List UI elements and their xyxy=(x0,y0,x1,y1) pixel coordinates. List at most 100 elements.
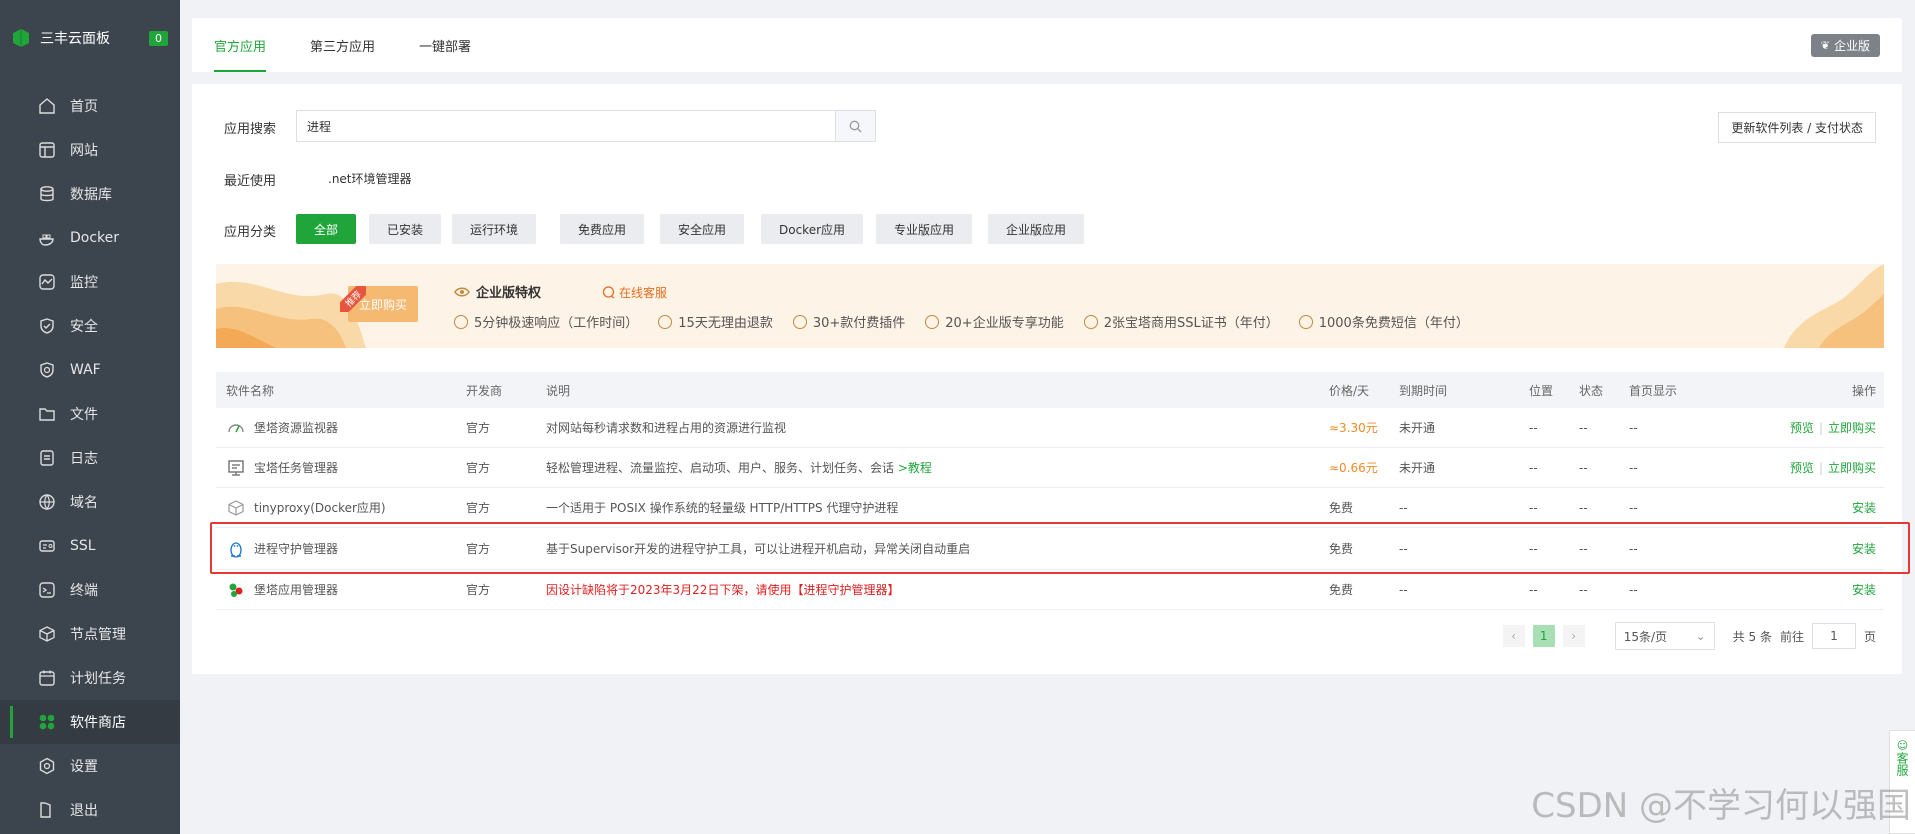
recommend-ribbon: 推荐 xyxy=(340,286,366,312)
refund-icon xyxy=(658,314,673,329)
buy-now-link[interactable]: 立即购买 xyxy=(1828,421,1876,435)
feature-label: 2张宝塔商用SSL证书（年付） xyxy=(1103,316,1279,331)
preview-button[interactable]: 预览 xyxy=(1790,461,1814,475)
app-name-cell: tinyproxy(Docker应用) xyxy=(216,498,466,518)
monitor-icon xyxy=(36,271,58,293)
app-home-display: -- xyxy=(1629,541,1638,556)
app-location: -- xyxy=(1529,460,1538,475)
page-number[interactable]: 1 xyxy=(1532,625,1555,647)
sidebar-item-logout[interactable]: 退出 xyxy=(0,788,180,832)
banner-decoration-right xyxy=(1784,264,1884,348)
app-location: -- xyxy=(1529,500,1538,515)
tab-one-click-deploy[interactable]: 一键部署 xyxy=(397,18,493,72)
app-name-cell: 宝塔任务管理器 xyxy=(216,458,466,478)
category-docker[interactable]: Docker应用 xyxy=(761,214,864,244)
table-row: 堡塔应用管理器 官方 因设计缺陷将于2023年3月22日下架，请使用【进程守护管… xyxy=(216,570,1884,610)
plugin-icon xyxy=(792,314,807,329)
service-icon: ☺ xyxy=(1896,739,1909,752)
sidebar-item-settings[interactable]: 设置 xyxy=(0,744,180,788)
app-location: -- xyxy=(1529,582,1538,597)
tab-official-apps[interactable]: 官方应用 xyxy=(192,18,288,72)
sidebar-item-security[interactable]: 安全 xyxy=(0,304,180,348)
page-suffix: 页 xyxy=(1863,629,1876,644)
next-page-button[interactable]: › xyxy=(1562,625,1585,647)
enterprise-edition-button[interactable]: ❦ 企业版 xyxy=(1810,34,1880,57)
app-actions: 安装 xyxy=(1689,540,1884,557)
tutorial-link[interactable]: >教程 xyxy=(898,461,932,475)
search-input[interactable] xyxy=(297,111,835,141)
search-button[interactable] xyxy=(835,111,875,141)
buy-now-link[interactable]: 立即购买 xyxy=(1828,461,1876,475)
task-manager-icon xyxy=(226,458,246,478)
category-enterprise[interactable]: 企业版应用 xyxy=(988,214,1085,244)
app-home-display: -- xyxy=(1629,460,1638,475)
sidebar-nav: 首页 网站 数据库 Docker 监控 安全 WAF 文件 日志 域名 SSL … xyxy=(0,76,180,832)
install-button[interactable]: 安装 xyxy=(1852,501,1876,515)
sidebar-item-domain[interactable]: 域名 xyxy=(0,480,180,524)
sidebar-item-store[interactable]: 软件商店 xyxy=(0,700,180,744)
category-security[interactable]: 安全应用 xyxy=(660,214,745,244)
online-support-link[interactable]: 在线客服 xyxy=(602,284,667,301)
app-name-cell: 堡塔应用管理器 xyxy=(216,580,466,600)
app-name: 进程守护管理器 xyxy=(254,542,339,556)
search-box xyxy=(296,110,876,142)
app-name-cell: 堡塔资源监视器 xyxy=(216,418,466,438)
page-size-value: 15条/页 xyxy=(1623,629,1668,644)
app-developer: 官方 xyxy=(466,421,491,435)
category-free[interactable]: 免费应用 xyxy=(560,214,645,244)
app-location: -- xyxy=(1529,420,1538,435)
sidebar-item-docker[interactable]: Docker xyxy=(0,216,180,260)
sidebar-item-waf[interactable]: WAF xyxy=(0,348,180,392)
app-actions: 安装 xyxy=(1689,499,1884,516)
app-expire: 未开通 xyxy=(1399,461,1436,475)
sidebar-item-cron[interactable]: 计划任务 xyxy=(0,656,180,700)
sidebar-item-nodes[interactable]: 节点管理 xyxy=(0,612,180,656)
category-runtime[interactable]: 运行环境 xyxy=(452,214,537,244)
app-name: tinyproxy(Docker应用) xyxy=(254,501,386,515)
category-all[interactable]: 全部 xyxy=(296,214,357,244)
goto-page-input[interactable]: 1 xyxy=(1811,623,1856,649)
app-developer: 官方 xyxy=(466,583,491,597)
app-developer: 官方 xyxy=(466,461,491,475)
sidebar-item-monitor[interactable]: 监控 xyxy=(0,260,180,304)
table-row: 进程守护管理器 官方 基于Supervisor开发的进程守护工具，可以让进程开机… xyxy=(216,528,1884,570)
app-actions: 预览 | 立即购买 xyxy=(1689,419,1884,436)
install-button[interactable]: 安装 xyxy=(1852,583,1876,597)
preview-button[interactable]: 预览 xyxy=(1790,421,1814,435)
feature-item: 15天无理由退款 xyxy=(658,312,773,331)
sidebar-item-label: 计划任务 xyxy=(70,671,126,687)
sidebar-item-logs[interactable]: 日志 xyxy=(0,436,180,480)
prev-page-button[interactable]: ‹ xyxy=(1502,625,1525,647)
category-pro[interactable]: 专业版应用 xyxy=(876,214,973,244)
update-software-list-button[interactable]: 更新软件列表 / 支付状态 xyxy=(1718,112,1876,143)
sidebar-item-files[interactable]: 文件 xyxy=(0,392,180,436)
table-row: 宝塔任务管理器 官方 轻松管理进程、流量监控、启动项、用户、服务、计划任务、会话… xyxy=(216,448,1884,488)
feature-label: 20+企业版专享功能 xyxy=(945,316,1064,331)
recent-app-link[interactable]: .net环境管理器 xyxy=(328,170,412,187)
search-label: 应用搜索 xyxy=(224,122,277,137)
sidebar-item-ssl[interactable]: SSL xyxy=(0,524,180,568)
sidebar-item-home[interactable]: 首页 xyxy=(0,84,180,128)
tab-third-party-apps[interactable]: 第三方应用 xyxy=(288,18,397,72)
feature-label: 15天无理由退款 xyxy=(678,316,773,331)
app-expire: -- xyxy=(1399,541,1408,556)
sidebar-item-database[interactable]: 数据库 xyxy=(0,172,180,216)
store-icon xyxy=(36,711,58,733)
software-table: 软件名称 开发商 说明 价格/天 到期时间 位置 状态 首页显示 操作 堡塔资源… xyxy=(216,372,1884,610)
col-name: 软件名称 xyxy=(226,383,275,398)
terminal-icon xyxy=(36,579,58,601)
install-button[interactable]: 安装 xyxy=(1852,542,1876,556)
sidebar-item-terminal[interactable]: 终端 xyxy=(0,568,180,612)
app-expire: -- xyxy=(1399,582,1408,597)
app-home-display: -- xyxy=(1629,420,1638,435)
notification-badge[interactable]: 0 xyxy=(149,30,168,46)
sms-icon xyxy=(1298,314,1313,329)
feature-label: 30+款付费插件 xyxy=(812,316,906,331)
category-installed[interactable]: 已安装 xyxy=(369,214,442,244)
feature-label: 1000条免费短信（年付） xyxy=(1318,316,1469,331)
sidebar-item-label: 终端 xyxy=(70,583,98,599)
sidebar-item-website[interactable]: 网站 xyxy=(0,128,180,172)
page-size-select[interactable]: 15条/页 ⌄ xyxy=(1614,622,1715,650)
app-price: ≈3.30元 xyxy=(1329,421,1378,435)
clock-icon xyxy=(454,314,468,329)
